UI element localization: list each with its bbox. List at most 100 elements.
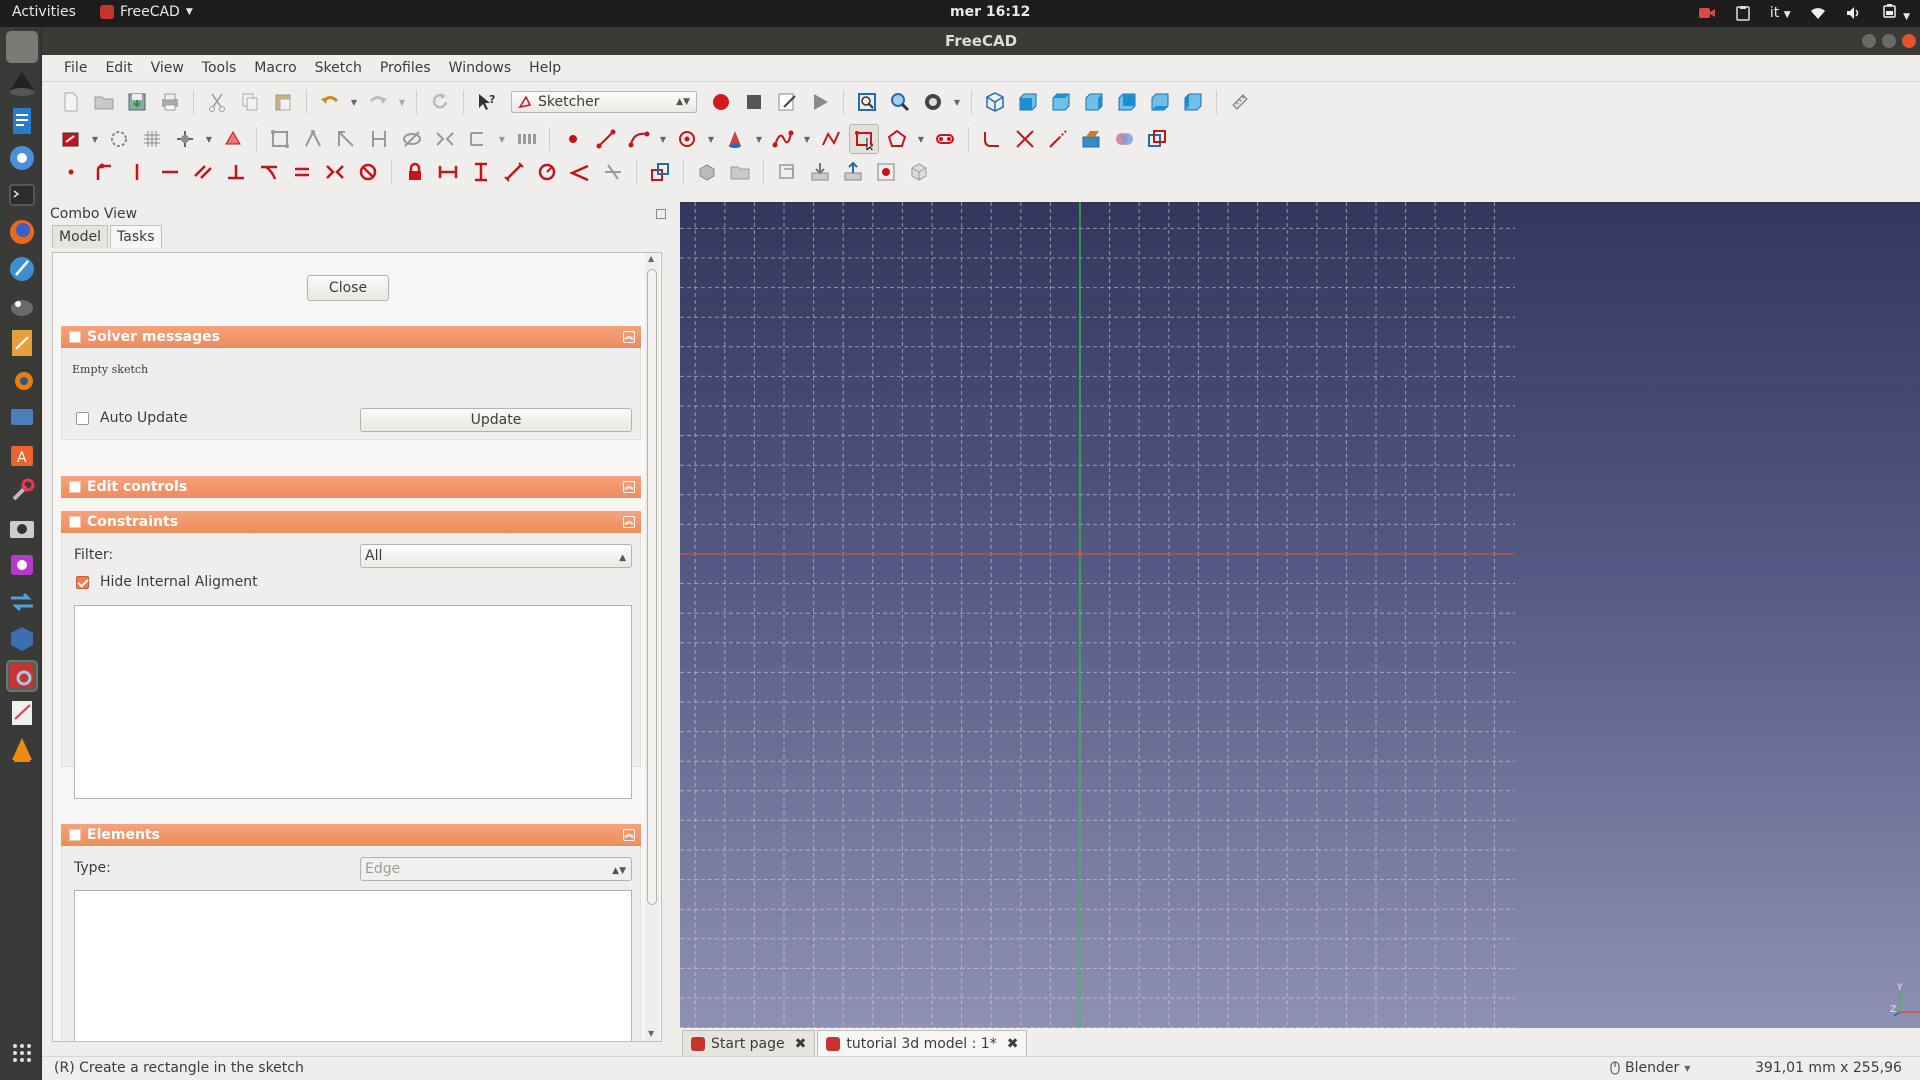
fit-all-icon[interactable] (852, 87, 882, 117)
select-redundant-icon[interactable] (331, 124, 361, 154)
panel-splitter[interactable] (672, 202, 680, 1053)
collapse-icon[interactable]: ︽ (623, 481, 635, 493)
show-applications-icon[interactable] (6, 1037, 38, 1069)
maximize-button[interactable] (1882, 34, 1896, 48)
constrain-vertical-icon[interactable] (122, 157, 152, 187)
volume-icon[interactable] (1845, 5, 1863, 21)
collapse-icon[interactable]: ︽ (623, 829, 635, 841)
activities-button[interactable]: Activities (12, 4, 76, 20)
constrain-coincident-icon[interactable] (56, 157, 86, 187)
wifi-icon[interactable] (1809, 5, 1827, 21)
draw-app-icon[interactable] (6, 327, 38, 359)
bspline-dropdown-icon[interactable]: ▼ (801, 124, 813, 154)
filter-select[interactable]: All ▲ (360, 544, 632, 568)
copy-icon[interactable] (235, 87, 265, 117)
update-button[interactable]: Update (360, 408, 632, 432)
sketch-image-icon[interactable] (871, 157, 901, 187)
view-sketch-icon[interactable] (104, 124, 134, 154)
create-polyline-icon[interactable] (816, 124, 846, 154)
constrain-point-on-object-icon[interactable] (89, 157, 119, 187)
files-app-icon[interactable] (6, 31, 38, 63)
constrain-snell-icon[interactable] (598, 157, 628, 187)
doc-tab-start-page[interactable]: Start page ✖ (682, 1030, 816, 1056)
constraints-header[interactable]: Constraints ︽ (61, 511, 641, 533)
sketch-dropdown-icon[interactable]: ▼ (89, 124, 101, 154)
camera-app-icon[interactable] (6, 512, 38, 544)
constrain-lock-icon[interactable] (400, 157, 430, 187)
close-sketch-button[interactable]: Close (307, 275, 389, 301)
macro-stop-icon[interactable] (739, 87, 769, 117)
attachment-editor-icon[interactable] (772, 157, 802, 187)
blender-app-icon[interactable] (6, 364, 38, 396)
macro-edit-icon[interactable] (772, 87, 802, 117)
select-conflicting-icon[interactable] (298, 124, 328, 154)
menu-profiles[interactable]: Profiles (372, 60, 441, 76)
create-conic-icon[interactable] (720, 124, 750, 154)
navigation-style-selector[interactable]: Blender ▼ (1610, 1060, 1690, 1076)
clipboard-icon[interactable] (1734, 5, 1752, 21)
view-rear-icon[interactable] (1112, 87, 1142, 117)
clock[interactable]: mer 16:12 (950, 4, 1030, 20)
view-section-icon[interactable] (137, 124, 167, 154)
undo-dropdown-icon[interactable]: ▼ (348, 87, 360, 117)
constraints-list[interactable] (74, 605, 632, 799)
elements-list[interactable] (74, 890, 632, 1041)
leave-sketch-icon[interactable] (56, 124, 86, 154)
carbon-copy-icon[interactable] (1109, 124, 1139, 154)
3d-viewport[interactable]: Y X Z (680, 202, 1920, 1028)
create-part-icon[interactable] (692, 157, 722, 187)
trim-edge-icon[interactable] (1010, 124, 1040, 154)
constrain-block-icon[interactable] (353, 157, 383, 187)
fit-selection-icon[interactable] (885, 87, 915, 117)
window-titlebar[interactable]: FreeCAD (42, 27, 1920, 55)
export-icon[interactable] (838, 157, 868, 187)
constrain-vertical-distance-icon[interactable] (466, 157, 496, 187)
create-group-icon[interactable] (725, 157, 755, 187)
constrain-symmetric-icon[interactable] (320, 157, 350, 187)
menu-file[interactable]: File (56, 60, 97, 76)
constrain-parallel-icon[interactable] (188, 157, 218, 187)
close-tab-icon[interactable]: ✖ (795, 1036, 807, 1052)
create-line-icon[interactable] (591, 124, 621, 154)
constrain-radius-icon[interactable] (532, 157, 562, 187)
scroll-up-icon[interactable]: ▲ (648, 254, 654, 263)
menu-windows[interactable]: Windows (441, 60, 522, 76)
workbench-selector[interactable]: Sketcher ▲▼ (511, 91, 697, 113)
constrain-distance-icon[interactable] (499, 157, 529, 187)
cut-icon[interactable] (202, 87, 232, 117)
menu-help[interactable]: Help (521, 60, 571, 76)
undo-icon[interactable] (315, 87, 345, 117)
conic-dropdown-icon[interactable]: ▼ (753, 124, 765, 154)
rectangular-array-icon[interactable] (511, 124, 541, 154)
macro-execute-icon[interactable] (805, 87, 835, 117)
scrollbar-thumb[interactable] (647, 269, 657, 905)
view-left-icon[interactable] (1178, 87, 1208, 117)
arc-dropdown-icon[interactable]: ▼ (657, 124, 669, 154)
collapse-icon[interactable]: ︽ (623, 516, 635, 528)
reorient-sketch-icon[interactable] (218, 124, 248, 154)
new-document-icon[interactable] (56, 87, 86, 117)
close-tab-icon[interactable]: ✖ (1007, 1036, 1019, 1052)
scroll-down-icon[interactable]: ▼ (648, 1029, 654, 1038)
menu-tools[interactable]: Tools (194, 60, 247, 76)
virtualbox-app-icon[interactable] (6, 623, 38, 655)
tab-model[interactable]: Model (52, 225, 109, 248)
create-arc-icon[interactable] (624, 124, 654, 154)
constrain-horizontal-icon[interactable] (155, 157, 185, 187)
auto-update-checkbox[interactable] (76, 412, 89, 425)
show-hide-geometry-icon[interactable] (397, 124, 427, 154)
camera-indicator-icon[interactable] (1698, 5, 1716, 21)
import-icon[interactable] (805, 157, 835, 187)
map-sketch-icon[interactable] (170, 124, 200, 154)
extend-edge-icon[interactable] (1043, 124, 1073, 154)
view-top-icon[interactable] (1046, 87, 1076, 117)
polygon-dropdown-icon[interactable]: ▼ (915, 124, 927, 154)
clone-icon[interactable] (463, 124, 493, 154)
chromium-app-icon[interactable] (6, 142, 38, 174)
create-slot-icon[interactable] (930, 124, 960, 154)
create-fillet-icon[interactable] (977, 124, 1007, 154)
settings-app-icon[interactable] (6, 475, 38, 507)
save-document-icon[interactable] (122, 87, 152, 117)
inkscape-app-icon[interactable] (6, 68, 38, 100)
draw-style-dropdown-icon[interactable]: ▼ (951, 87, 963, 117)
